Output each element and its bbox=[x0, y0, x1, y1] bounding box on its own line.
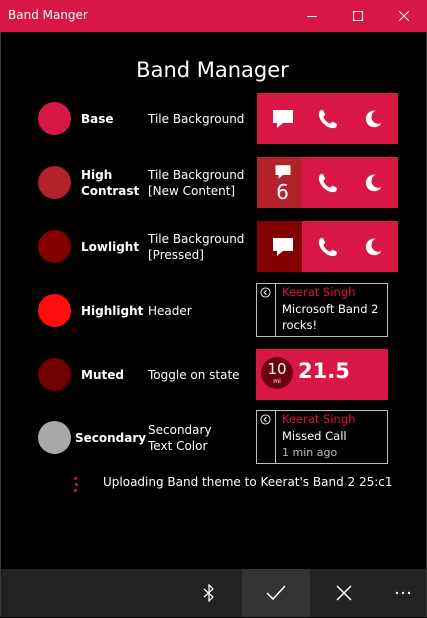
messaging-tile-pressed[interactable] bbox=[257, 221, 308, 272]
usage-muted: Toggle on state bbox=[148, 367, 240, 383]
sleep-tile[interactable] bbox=[347, 157, 398, 208]
message-icon bbox=[275, 165, 290, 179]
maximize-icon bbox=[353, 11, 363, 21]
notification-header-preview[interactable]: Keerat Singh Microsoft Band 2 rocks! bbox=[256, 283, 388, 337]
usage-line: [Pressed] bbox=[148, 248, 204, 262]
notification-sender: Keerat Singh bbox=[282, 285, 356, 299]
message-icon bbox=[272, 237, 293, 256]
command-bar bbox=[1, 569, 426, 617]
swatch-muted bbox=[38, 358, 71, 391]
toggle-value: 21.5 bbox=[298, 359, 350, 383]
swatch-base bbox=[38, 102, 71, 135]
close-icon bbox=[336, 585, 352, 601]
color-name-muted: Muted bbox=[81, 368, 124, 382]
messaging-tile-new-content[interactable]: 6 bbox=[257, 157, 308, 208]
notification-message-line: Missed Call bbox=[282, 429, 347, 443]
usage-base: Tile Background bbox=[148, 111, 244, 127]
notification-time: 1 min ago bbox=[282, 446, 338, 459]
usage-secondary: Secondary Text Color bbox=[148, 422, 212, 454]
more-icon bbox=[395, 591, 411, 595]
color-name-lowlight: Lowlight bbox=[81, 240, 140, 254]
toggle-on-state-tile[interactable]: 10 mi 21.5 bbox=[256, 349, 388, 400]
notification-gutter bbox=[257, 284, 276, 336]
check-icon bbox=[266, 585, 286, 601]
usage-line: Secondary bbox=[148, 423, 212, 437]
swatch-secondary bbox=[38, 421, 71, 454]
usage-line: Toggle on state bbox=[148, 368, 240, 382]
swatch-high-contrast bbox=[38, 166, 71, 199]
color-name-high-contrast: High Contrast bbox=[81, 168, 140, 198]
back-arrow-icon[interactable] bbox=[260, 287, 271, 298]
usage-line: [New Content] bbox=[148, 184, 236, 198]
phone-tile[interactable] bbox=[302, 221, 353, 272]
maximize-button[interactable] bbox=[335, 0, 381, 32]
usage-line: Tile Background bbox=[148, 232, 245, 246]
window-titlebar: Band Manger bbox=[0, 0, 427, 32]
usage-high-contrast: Tile Background [New Content] bbox=[148, 167, 244, 199]
color-name-secondary: Secondary bbox=[75, 431, 147, 445]
swatch-lowlight bbox=[38, 230, 71, 263]
bluetooth-button[interactable] bbox=[186, 569, 232, 617]
more-options-button[interactable] bbox=[381, 569, 425, 617]
phone-icon bbox=[318, 173, 337, 192]
sleep-tile[interactable] bbox=[347, 221, 398, 272]
message-icon bbox=[272, 109, 293, 128]
badge-unit: mi bbox=[273, 378, 281, 385]
cancel-button[interactable] bbox=[320, 569, 368, 617]
close-window-button[interactable] bbox=[381, 0, 427, 32]
notification-message-line: rocks! bbox=[282, 318, 318, 332]
phone-tile[interactable] bbox=[302, 157, 353, 208]
usage-lowlight: Tile Background [Pressed] bbox=[148, 231, 244, 263]
usage-line: Text Color bbox=[148, 439, 208, 453]
moon-icon bbox=[365, 174, 381, 191]
notification-secondary-preview[interactable]: Keerat Singh Missed Call 1 min ago bbox=[256, 410, 388, 464]
status-text: Uploading Band theme to Keerat's Band 2 … bbox=[103, 475, 393, 489]
moon-icon bbox=[365, 110, 381, 127]
distance-badge: 10 mi bbox=[261, 357, 293, 389]
notification-sender: Keerat Singh bbox=[282, 412, 356, 426]
back-arrow-icon[interactable] bbox=[260, 414, 271, 425]
color-name-highlight: Highlight bbox=[81, 304, 144, 318]
notification-gutter bbox=[257, 411, 276, 463]
moon-icon bbox=[365, 238, 381, 255]
color-name-base: Base bbox=[81, 112, 114, 126]
messaging-tile[interactable] bbox=[257, 93, 308, 144]
badge-number: 10 bbox=[267, 360, 287, 378]
accept-button[interactable] bbox=[242, 569, 310, 617]
minimize-button[interactable] bbox=[289, 0, 335, 32]
swatch-highlight bbox=[38, 294, 71, 327]
phone-tile[interactable] bbox=[302, 93, 353, 144]
usage-highlight: Header bbox=[148, 303, 192, 319]
close-icon bbox=[399, 11, 409, 21]
new-content-count: 6 bbox=[276, 180, 289, 204]
sleep-tile[interactable] bbox=[347, 93, 398, 144]
usage-line: Tile Background bbox=[148, 112, 245, 126]
usage-line: Header bbox=[148, 304, 192, 318]
phone-icon bbox=[318, 109, 337, 128]
window-title: Band Manger bbox=[8, 8, 88, 22]
minimize-icon bbox=[307, 16, 317, 17]
usage-line: Tile Background bbox=[148, 168, 245, 182]
page-title: Band Manager bbox=[136, 58, 289, 82]
progress-spinner bbox=[70, 477, 80, 493]
bluetooth-icon bbox=[203, 584, 214, 602]
notification-message-line: Microsoft Band 2 bbox=[282, 302, 379, 316]
phone-icon bbox=[318, 237, 337, 256]
